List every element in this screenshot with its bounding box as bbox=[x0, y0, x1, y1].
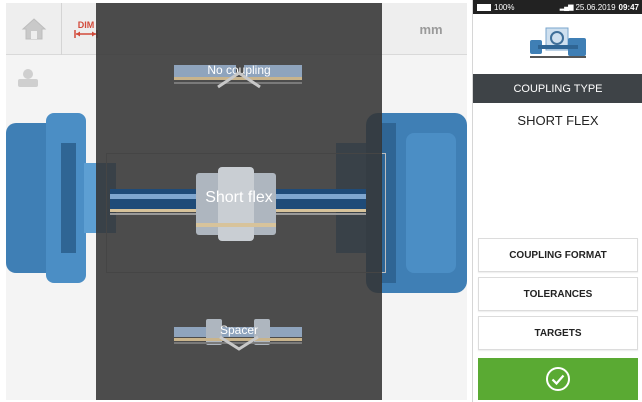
status-date: 25.06.2019 bbox=[575, 2, 616, 12]
coupling-option-short-flex[interactable]: Short flex bbox=[96, 163, 382, 243]
home-icon bbox=[21, 18, 46, 40]
confirm-button[interactable] bbox=[478, 358, 638, 400]
dimension-arrows-icon bbox=[74, 30, 98, 38]
coupling-option-label-selected: Short flex bbox=[205, 189, 273, 206]
chevron-down-icon[interactable] bbox=[218, 335, 260, 351]
signal-icon: ▂▄▆ bbox=[559, 4, 574, 11]
dimension-tab-label: DIM bbox=[77, 20, 95, 30]
battery-icon bbox=[477, 3, 491, 11]
targets-button[interactable]: TARGETS bbox=[478, 316, 638, 350]
status-right: ▂▄▆ 25.06.2019 09:47 bbox=[560, 3, 639, 12]
machine-settings-button[interactable] bbox=[12, 61, 44, 95]
right-panel: 100% ▂▄▆ 25.06.2019 09:47 COUPLING TYPE … bbox=[472, 0, 642, 402]
tolerances-button[interactable]: TOLERANCES bbox=[478, 277, 638, 311]
machine-train-thumbnail-icon bbox=[530, 27, 586, 58]
chevron-up-icon[interactable] bbox=[216, 71, 262, 89]
coupling-selector[interactable]: No coupling Short flex Spacer bbox=[96, 3, 382, 400]
selected-coupling-type: SHORT FLEX bbox=[517, 113, 599, 128]
unit-label[interactable]: mm bbox=[409, 3, 453, 55]
coupling-format-button[interactable]: COUPLING FORMAT bbox=[478, 238, 638, 272]
battery-indicator: 100% bbox=[477, 3, 514, 12]
home-button[interactable] bbox=[6, 3, 62, 55]
battery-level: 100% bbox=[494, 2, 515, 12]
status-time: 09:47 bbox=[618, 2, 639, 12]
machine-icon bbox=[18, 69, 38, 87]
status-bar: 100% ▂▄▆ 25.06.2019 09:47 bbox=[473, 0, 642, 14]
check-circle-icon bbox=[546, 367, 570, 391]
machine-thumbnail bbox=[473, 14, 642, 74]
section-header: COUPLING TYPE bbox=[473, 74, 642, 103]
